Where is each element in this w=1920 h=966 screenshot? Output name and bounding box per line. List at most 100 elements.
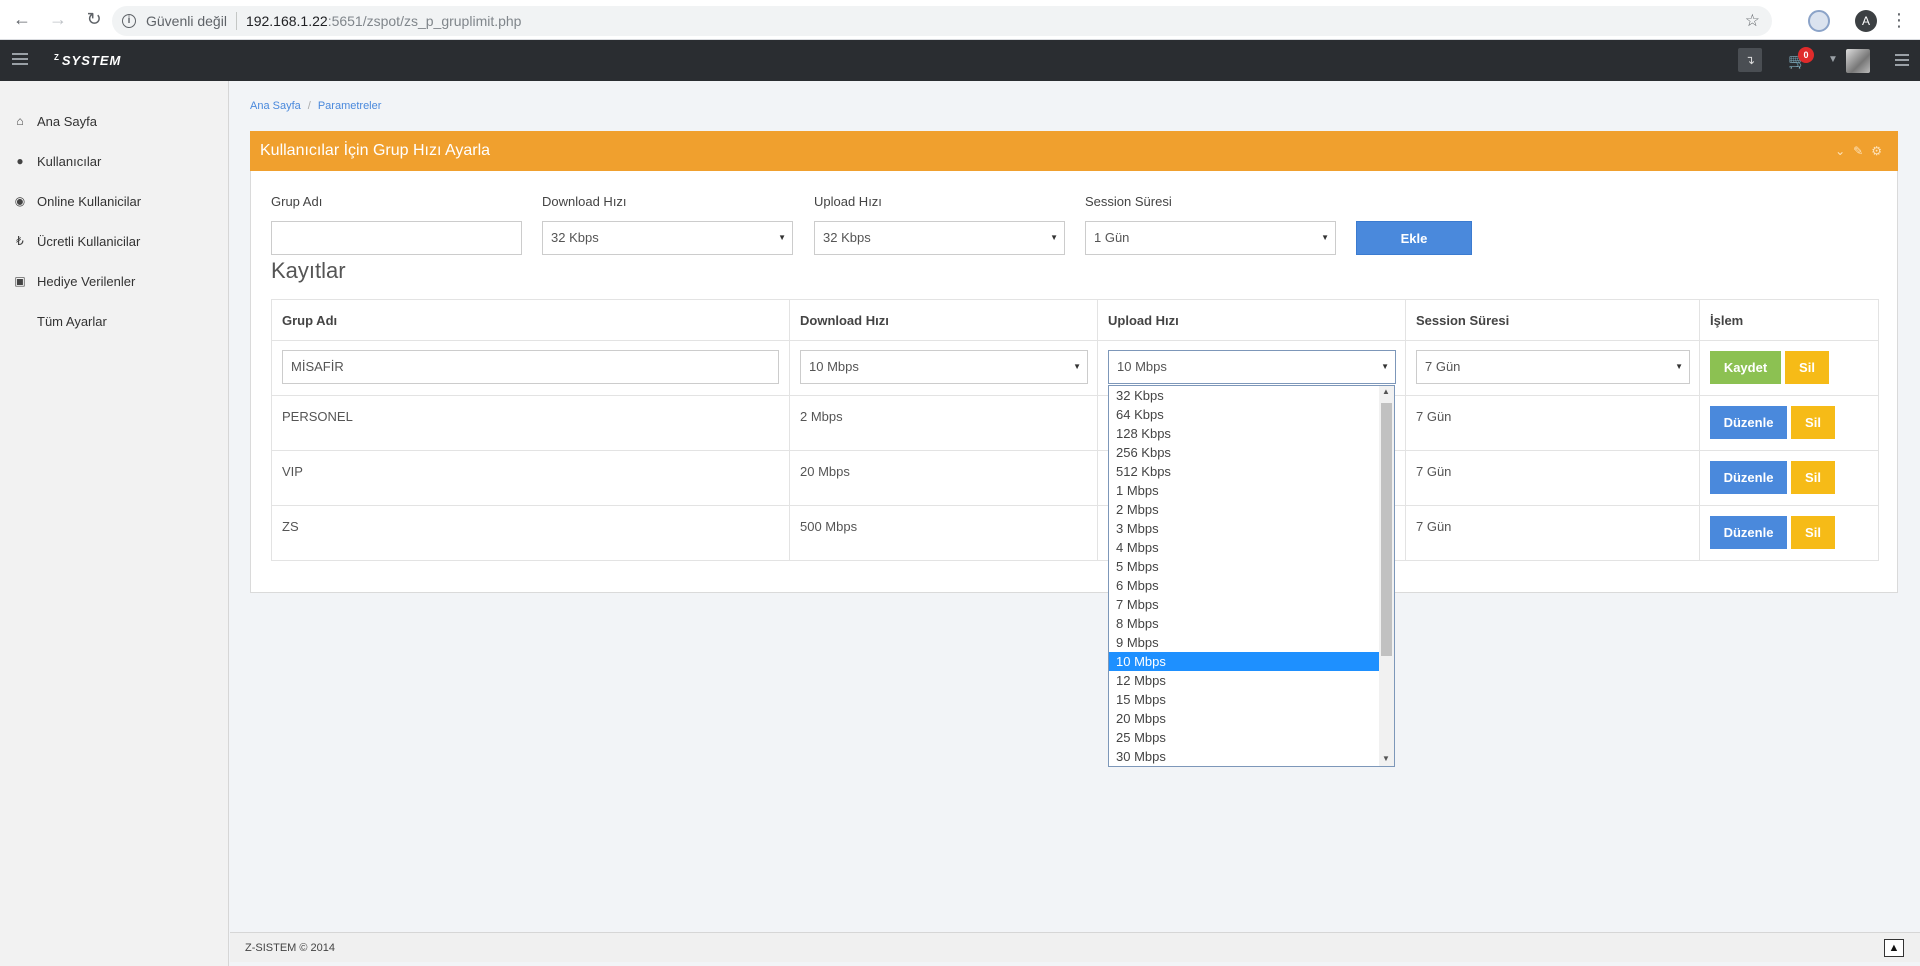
dropdown-option[interactable]: 25 Mbps xyxy=(1109,728,1379,747)
delete-button[interactable]: Sil xyxy=(1785,351,1829,384)
right-menu-icon[interactable] xyxy=(1895,54,1909,69)
footer-copyright: Z-SISTEM © 2014 xyxy=(245,942,336,954)
url-path: :5651/zspot/zs_p_gruplimit.php xyxy=(327,13,522,29)
edit-button[interactable]: Düzenle xyxy=(1710,516,1787,549)
breadcrumb-separator: / xyxy=(307,100,311,112)
sidebar-item-kullanicilar[interactable]: ● Kullanıcılar xyxy=(0,141,229,181)
dropdown-option[interactable]: 12 Mbps xyxy=(1109,671,1379,690)
save-button[interactable]: Kaydet xyxy=(1710,351,1781,384)
scroll-up-arrow-icon[interactable]: ▲ xyxy=(1382,387,1390,396)
upload-speed-dropdown-list[interactable]: 32 Kbps 64 Kbps 128 Kbps 256 Kbps 512 Kb… xyxy=(1108,385,1395,767)
table-cell-download: 20 Mbps xyxy=(800,464,850,479)
dropdown-option[interactable]: 512 Kbps xyxy=(1109,462,1379,481)
delete-button[interactable]: Sil xyxy=(1791,406,1835,439)
column-header-group-name: Grup Adı xyxy=(282,313,338,328)
table-cell-session: 7 Gün xyxy=(1416,519,1452,534)
download-speed-value: 32 Kbps xyxy=(551,230,599,245)
sidebar-item-label: Online Kullanicilar xyxy=(37,193,142,209)
dropdown-option[interactable]: 1 Mbps xyxy=(1109,481,1379,500)
download-speed-select[interactable]: 32 Kbps xyxy=(542,221,793,255)
sidebar: ⌂ Ana Sayfa ● Kullanıcılar ◉ Online Kull… xyxy=(0,81,229,966)
upload-speed-select[interactable]: 32 Kbps xyxy=(814,221,1065,255)
edit-download-select[interactable]: 10 Mbps xyxy=(800,350,1088,384)
forward-arrow-icon[interactable]: → xyxy=(44,6,72,34)
logo-prefix: Z xyxy=(54,53,60,62)
bookmark-star-icon[interactable]: ☆ xyxy=(1745,11,1760,31)
sidebar-item-online-kullanicilar[interactable]: ◉ Online Kullanicilar xyxy=(0,181,229,221)
table-cell-group-name: VIP xyxy=(282,464,303,479)
insecure-label: Güvenli değil xyxy=(146,13,227,29)
row-divider xyxy=(272,395,1878,396)
dropdown-option[interactable]: 32 Kbps xyxy=(1109,386,1379,405)
dropdown-option[interactable]: 7 Mbps xyxy=(1109,595,1379,614)
info-icon[interactable]: i xyxy=(122,14,136,28)
delete-button[interactable]: Sil xyxy=(1791,461,1835,494)
edit-button[interactable]: Düzenle xyxy=(1710,461,1787,494)
dropdown-option[interactable]: 2 Mbps xyxy=(1109,500,1379,519)
sidebar-item-label: Ana Sayfa xyxy=(37,113,97,129)
back-arrow-icon[interactable]: ← xyxy=(8,6,36,34)
edit-session-select[interactable]: 7 Gün xyxy=(1416,350,1690,384)
breadcrumb-current-link[interactable]: Parametreler xyxy=(318,100,382,112)
session-duration-select[interactable]: 1 Gün xyxy=(1085,221,1336,255)
browser-menu-icon[interactable]: ⋮ xyxy=(1890,9,1908,31)
dropdown-option[interactable]: 30 Mbps xyxy=(1109,747,1379,766)
scroll-down-arrow-icon[interactable]: ▼ xyxy=(1382,754,1390,763)
upload-speed-value: 32 Kbps xyxy=(823,230,871,245)
edit-upload-select[interactable]: 10 Mbps xyxy=(1108,350,1396,384)
dropdown-option[interactable]: 256 Kbps xyxy=(1109,443,1379,462)
sidebar-item-hediye-verilenler[interactable]: ▣ Hediye Verilenler xyxy=(0,261,229,301)
group-name-input[interactable] xyxy=(271,221,522,255)
dropdown-option[interactable]: 64 Kbps xyxy=(1109,405,1379,424)
dropdown-option[interactable]: 3 Mbps xyxy=(1109,519,1379,538)
extension-icon[interactable] xyxy=(1808,10,1830,32)
table-cell-group-name: PERSONEL xyxy=(282,409,353,424)
dropdown-option[interactable]: 5 Mbps xyxy=(1109,557,1379,576)
cart-count-badge: 0 xyxy=(1798,47,1814,63)
app-logo[interactable]: Z SYSTEM xyxy=(54,53,121,68)
add-button[interactable]: Ekle xyxy=(1356,221,1472,255)
dropdown-option[interactable]: 4 Mbps xyxy=(1109,538,1379,557)
dropdown-scrollbar[interactable]: ▲ ▼ xyxy=(1379,386,1394,766)
wrench-icon[interactable]: ✎ xyxy=(1853,144,1871,158)
download-arrow-icon[interactable]: ↴ xyxy=(1738,48,1762,72)
scroll-to-top-icon[interactable]: ▲ xyxy=(1884,939,1904,957)
profile-avatar-icon[interactable]: A xyxy=(1855,10,1877,32)
dropdown-option-selected[interactable]: 10 Mbps xyxy=(1109,652,1379,671)
circle-dot-icon: ◉ xyxy=(14,194,26,208)
dropdown-option[interactable]: 9 Mbps xyxy=(1109,633,1379,652)
lira-icon: ₺ xyxy=(16,234,24,248)
sidebar-item-ucretli-kullanicilar[interactable]: ₺ Ücretli Kullanicilar xyxy=(0,221,229,261)
records-table: Grup Adı Download Hızı Upload Hızı Sessi… xyxy=(271,299,1879,561)
sidebar-item-ana-sayfa[interactable]: ⌂ Ana Sayfa xyxy=(0,101,229,141)
sidebar-toggle-icon[interactable] xyxy=(12,53,28,68)
user-avatar[interactable] xyxy=(1846,49,1870,73)
table-cell-download: 2 Mbps xyxy=(800,409,843,424)
dropdown-option[interactable]: 6 Mbps xyxy=(1109,576,1379,595)
scrollbar-thumb[interactable] xyxy=(1381,403,1392,656)
home-icon: ⌂ xyxy=(16,114,24,128)
sidebar-item-tum-ayarlar[interactable]: Tüm Ayarlar xyxy=(0,301,229,341)
column-header-upload: Upload Hızı xyxy=(1108,313,1179,328)
dropdown-option[interactable]: 8 Mbps xyxy=(1109,614,1379,633)
reload-icon[interactable]: ↻ xyxy=(80,6,108,34)
address-bar[interactable]: i Güvenli değil 192.168.1.22:5651/zspot/… xyxy=(112,6,1772,36)
settings-gear-icon[interactable]: ⚙ xyxy=(1871,144,1890,158)
edit-upload-value: 10 Mbps xyxy=(1117,359,1167,374)
dropdown-option[interactable]: 20 Mbps xyxy=(1109,709,1379,728)
row-divider xyxy=(272,340,1878,341)
footer: Z-SISTEM © 2014 ▲ xyxy=(230,932,1920,962)
caret-down-icon[interactable]: ▼ xyxy=(1828,54,1838,65)
sidebar-item-label: Ücretli Kullanicilar xyxy=(37,233,141,249)
delete-button[interactable]: Sil xyxy=(1791,516,1835,549)
edit-group-name-input[interactable]: MİSAFİR xyxy=(282,350,779,384)
dropdown-option[interactable]: 15 Mbps xyxy=(1109,690,1379,709)
sidebar-item-label: Kullanıcılar xyxy=(37,153,102,169)
table-cell-session: 7 Gün xyxy=(1416,464,1452,479)
collapse-chevron-icon[interactable]: ⌄ xyxy=(1835,144,1853,158)
edit-button[interactable]: Düzenle xyxy=(1710,406,1787,439)
breadcrumb-home-link[interactable]: Ana Sayfa xyxy=(250,100,301,112)
browser-toolbar: ← → ↻ i Güvenli değil 192.168.1.22:5651/… xyxy=(0,0,1920,40)
dropdown-option[interactable]: 128 Kbps xyxy=(1109,424,1379,443)
edit-session-value: 7 Gün xyxy=(1425,359,1461,374)
